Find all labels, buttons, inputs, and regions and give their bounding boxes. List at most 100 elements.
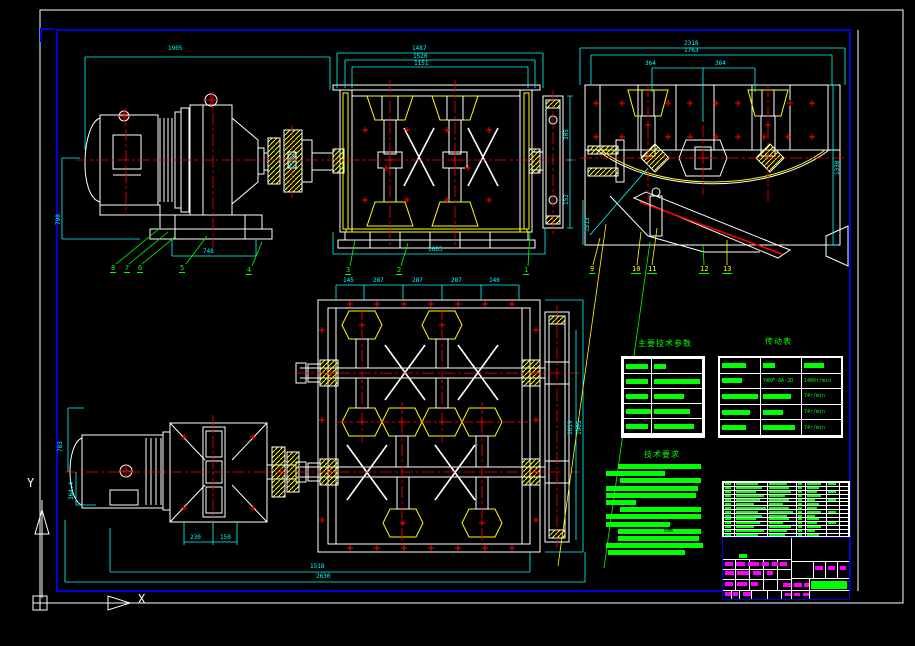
title-block-line — [825, 561, 826, 578]
title-block-text — [725, 562, 733, 566]
bom-cell-bar — [807, 487, 819, 490]
transmission-table-title: 传动表 — [765, 337, 792, 346]
bom-cell — [840, 506, 848, 510]
main-parameters-table — [621, 356, 705, 438]
bom-cell-bar — [725, 491, 731, 494]
title-block-text — [725, 582, 733, 586]
bom-cell — [827, 498, 839, 502]
bom-cell — [735, 486, 767, 490]
table-cell-text: 74r/min — [804, 393, 826, 400]
bom-cell-bar — [798, 518, 802, 521]
requirement-line — [620, 478, 701, 484]
title-block-line — [731, 590, 732, 599]
requirement-line — [618, 535, 699, 541]
bom-cell — [724, 521, 734, 525]
bom-cell-bar — [807, 534, 819, 537]
bom-cell-bar — [736, 534, 758, 537]
table-cell-bar — [763, 362, 775, 368]
bom-cell — [827, 490, 839, 494]
table-cell — [652, 389, 702, 403]
bom-cell-bar — [769, 530, 787, 533]
bom-cell — [806, 502, 826, 506]
bom-cell-bar — [725, 514, 731, 517]
bom-cell — [768, 486, 796, 490]
bom-cell — [840, 486, 848, 490]
bom-cell-bar — [736, 514, 762, 517]
bom-cell-bar — [725, 487, 731, 490]
table-cell — [802, 358, 841, 373]
bom-cell-bar — [807, 483, 821, 486]
bom-cell — [806, 506, 826, 510]
ucs-icon — [32, 500, 132, 611]
bom-cell — [797, 490, 805, 494]
bom-cell — [827, 514, 839, 518]
title-block-line — [751, 590, 752, 599]
bom-cell — [724, 506, 734, 510]
table-cell-text: 74r/min — [804, 409, 826, 416]
title-block-text — [753, 571, 761, 575]
bom-cell-bar — [725, 530, 731, 533]
bom-cell-bar — [769, 495, 785, 498]
bom-cell-bar — [769, 526, 791, 529]
bom-cell-bar — [807, 495, 821, 498]
bom-cell-bar — [807, 491, 817, 494]
title-block-text — [828, 566, 835, 570]
table-cell-text: YWXF-8A-2D — [763, 377, 794, 384]
bom-cell — [840, 490, 848, 494]
table-cell-bar — [626, 423, 648, 429]
bom-cell-bar — [736, 491, 756, 494]
bom-cell-bar — [769, 499, 789, 501]
table-cell-bar — [722, 409, 750, 415]
bom-cell — [768, 518, 796, 521]
table-cell-bar — [626, 408, 651, 414]
bom-cell-bar — [798, 530, 802, 533]
plan-view-mixer — [295, 299, 570, 553]
bom-cell — [806, 514, 826, 518]
bom-cell — [797, 518, 805, 521]
bom-cell-bar — [736, 522, 760, 525]
bom-cell-bar — [798, 514, 802, 517]
bom-cell — [735, 525, 767, 529]
bom-cell-bar — [725, 510, 731, 513]
table-cell — [720, 358, 760, 373]
bom-cell — [827, 525, 839, 529]
bom-cell — [840, 529, 848, 533]
bom-cell — [797, 525, 805, 529]
bom-cell-bar — [807, 502, 819, 505]
title-block-line — [723, 579, 791, 580]
bom-cell — [735, 506, 767, 510]
bom-cell-bar — [828, 483, 836, 486]
requirement-line — [608, 550, 685, 556]
bom-cell-bar — [736, 530, 764, 533]
bom-cell-bar — [725, 502, 731, 505]
title-block-text — [785, 593, 791, 596]
bom-cell-bar — [769, 510, 793, 513]
bom-cell-bar — [807, 510, 821, 513]
bom-cell-bar — [725, 495, 731, 498]
bom-cell-bar — [798, 522, 802, 525]
title-block-text — [743, 592, 751, 596]
requirement-line — [606, 492, 696, 498]
bom-cell — [797, 529, 805, 533]
requirement-line — [618, 464, 701, 469]
bom-cell — [724, 529, 734, 533]
bom-cell-bar — [769, 534, 785, 537]
ucs-y-label: Y — [27, 476, 35, 490]
bom-cell — [768, 514, 796, 518]
bom-cell — [724, 490, 734, 494]
bom-cell-bar — [736, 526, 754, 529]
bom-cell — [735, 510, 767, 514]
table-cell-bar — [722, 393, 758, 399]
end-view-mixer — [584, 84, 849, 267]
table-cell-bar — [654, 378, 700, 384]
bom-cell — [797, 483, 805, 486]
bom-cell — [827, 483, 839, 486]
bom-cell-bar — [736, 495, 764, 498]
requirement-line-note: 5mm — [663, 527, 673, 534]
title-block-line — [837, 561, 838, 578]
bom-cell-bar — [769, 522, 783, 525]
bom-cell — [724, 486, 734, 490]
table-cell-bar — [654, 363, 666, 369]
bom-cell-bar — [798, 499, 802, 501]
bom-cell-bar — [798, 495, 802, 498]
